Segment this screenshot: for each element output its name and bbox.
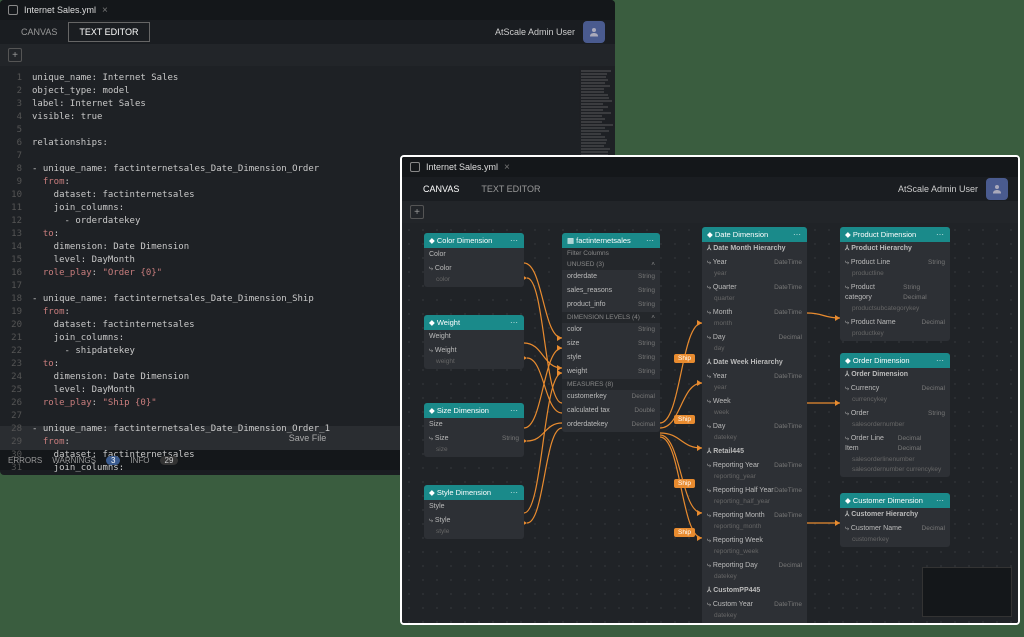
avatar[interactable]	[583, 21, 605, 43]
node-size-dimension[interactable]: ◆ Size Dimension⋯Size⤷ SizeStringsize	[424, 403, 524, 457]
avatar[interactable]	[986, 178, 1008, 200]
mode-tabs: CANVAS TEXT EDITOR	[412, 179, 552, 199]
status-bar: ERRORS WARNINGS 3 INFO 29	[402, 623, 1018, 625]
top-bar: CANVAS TEXT EDITOR AtScale Admin User	[402, 177, 1018, 201]
user-name: AtScale Admin User	[495, 27, 575, 37]
close-icon[interactable]: ×	[504, 162, 510, 173]
status-info[interactable]: INFO	[130, 456, 149, 465]
more-icon[interactable]: ⋯	[510, 406, 519, 415]
tab-canvas[interactable]: CANVAS	[10, 22, 68, 42]
user-name: AtScale Admin User	[898, 184, 978, 194]
toolbar: +	[402, 201, 1018, 223]
ship-chip[interactable]: Ship	[674, 479, 695, 488]
canvas-window: Internet Sales.yml × CANVAS TEXT EDITOR …	[400, 155, 1020, 625]
node-weight[interactable]: ◆ Weight⋯Weight⤷ Weightweight	[424, 315, 524, 369]
node-fact[interactable]: ▦ factinternetsales⋯Filter ColumnsUNUSED…	[562, 233, 660, 432]
info-count: 29	[160, 456, 179, 465]
ship-chip[interactable]: Ship	[674, 354, 695, 363]
tab-text-editor[interactable]: TEXT EDITOR	[68, 22, 149, 42]
node-order-dimension[interactable]: ◆ Order Dimension⋯⅄ Order Dimension⤷ Cur…	[840, 353, 950, 477]
user-icon	[991, 183, 1003, 195]
user-area: AtScale Admin User	[898, 178, 1008, 200]
canvas-area[interactable]: ◆ Color Dimension⋯Color⤷ Colorcolor ◆ Wei…	[402, 223, 1018, 623]
unused-section[interactable]: UNUSED (3)˄	[562, 259, 660, 270]
ship-chip[interactable]: Ship	[674, 415, 695, 424]
tab-text-editor[interactable]: TEXT EDITOR	[470, 179, 551, 199]
user-area: AtScale Admin User	[495, 21, 605, 43]
more-icon[interactable]: ⋯	[510, 236, 519, 245]
status-errors[interactable]: ERRORS	[8, 456, 42, 465]
warnings-count: 3	[106, 456, 120, 465]
node-date-dimension[interactable]: ◆ Date Dimension⋯⅄ Date Month Hierarchy⤷…	[702, 227, 807, 623]
node-product-dimension[interactable]: ◆ Product Dimension⋯⅄ Product Hierarchy⤷…	[840, 227, 950, 341]
user-icon	[588, 26, 600, 38]
node-customer-dimension[interactable]: ◆ Customer Dimension⋯⅄ Customer Hierarch…	[840, 493, 950, 547]
close-icon[interactable]: ×	[102, 5, 108, 16]
node-color-dimension[interactable]: ◆ Color Dimension⋯Color⤷ Colorcolor	[424, 233, 524, 287]
line-gutter: 1234567891011121314151617181920212223242…	[0, 66, 28, 426]
more-icon[interactable]: ⋯	[510, 318, 519, 327]
minimap-panel[interactable]	[922, 567, 1012, 617]
file-tab-name[interactable]: Internet Sales.yml	[24, 5, 96, 15]
measures-section[interactable]: MEASURES (8)	[562, 379, 660, 390]
file-icon	[8, 5, 18, 15]
add-button[interactable]: +	[8, 48, 22, 62]
file-icon	[410, 162, 420, 172]
more-icon[interactable]: ⋯	[646, 236, 655, 245]
file-tab-name[interactable]: Internet Sales.yml	[426, 162, 498, 172]
ship-chip[interactable]: Ship	[674, 528, 695, 537]
tab-bar: Internet Sales.yml ×	[0, 0, 615, 20]
node-style-dimension[interactable]: ◆ Style Dimension⋯Style⤷ Stylestyle	[424, 485, 524, 539]
toolbar: +	[0, 44, 615, 66]
filter-columns[interactable]: Filter Columns	[562, 248, 660, 259]
levels-section[interactable]: DIMENSION LEVELS (4)˄	[562, 312, 660, 323]
tab-canvas[interactable]: CANVAS	[412, 179, 470, 199]
top-bar: CANVAS TEXT EDITOR AtScale Admin User	[0, 20, 615, 44]
tab-bar: Internet Sales.yml ×	[402, 157, 1018, 177]
more-icon[interactable]: ⋯	[510, 488, 519, 497]
status-warnings[interactable]: WARNINGS	[52, 456, 96, 465]
mode-tabs: CANVAS TEXT EDITOR	[10, 22, 150, 42]
add-button[interactable]: +	[410, 205, 424, 219]
